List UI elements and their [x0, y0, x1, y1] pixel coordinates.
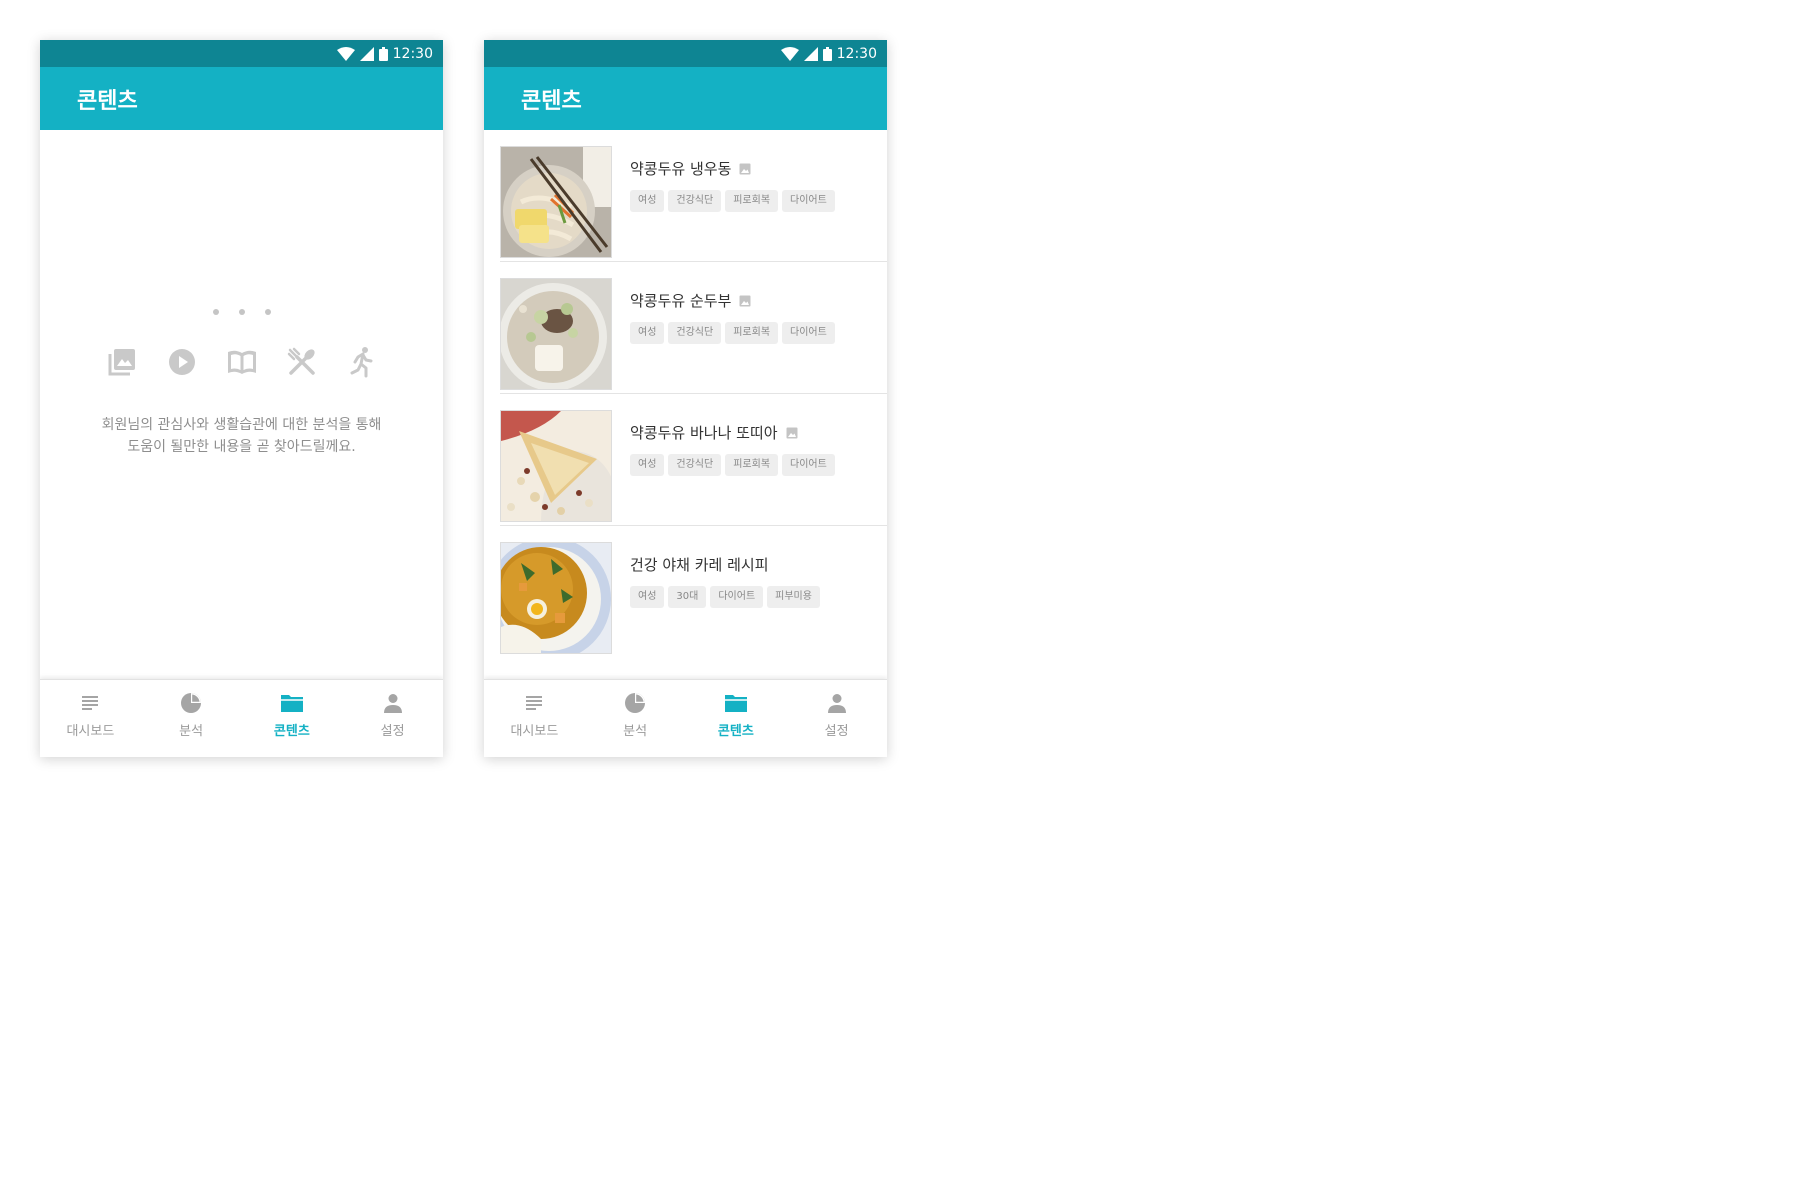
- tag-list: 여성 30대 다이어트 피부미용: [630, 586, 820, 608]
- nav-label: 설정: [824, 724, 849, 739]
- person-icon: [383, 694, 402, 713]
- tag[interactable]: 다이어트: [782, 322, 835, 344]
- empty-message-line-1: 회원님의 관심사와 생활습관에 대한 분석을 통해: [101, 417, 382, 433]
- folder-icon: [724, 695, 747, 712]
- app-bar: 콘텐츠: [40, 67, 443, 130]
- wifi-icon: [780, 46, 799, 61]
- nav-label: 콘텐츠: [273, 724, 310, 739]
- nav-label: 콘텐츠: [717, 724, 754, 739]
- tag[interactable]: 건강식단: [668, 454, 722, 476]
- page-title: 콘텐츠: [521, 88, 582, 114]
- content-title: 약콩두유 냉우동: [630, 160, 732, 178]
- tag[interactable]: 건강식단: [668, 190, 722, 212]
- content-thumbnail: [500, 542, 612, 654]
- empty-message-line-2: 도움이 될만한 내용을 곧 찾아드릴께요.: [127, 439, 356, 455]
- notes-icon: [82, 696, 99, 710]
- battery-icon: [378, 46, 388, 61]
- bottom-navigation: 대시보드 분석 콘텐츠 설정: [40, 679, 443, 757]
- tag[interactable]: 다이어트: [782, 190, 835, 212]
- empty-state-message: 회원님의 관심사와 생활습관에 대한 분석을 통해 도움이 될만한 내용을 곧 …: [40, 414, 443, 458]
- tag[interactable]: 피로회복: [725, 190, 779, 212]
- tag[interactable]: 다이어트: [782, 454, 835, 476]
- nav-label: 분석: [623, 724, 648, 739]
- content-title-row: 약콩두유 바나나 또띠아: [630, 422, 798, 443]
- status-time: 12:30: [392, 45, 433, 62]
- tag[interactable]: 여성: [630, 190, 665, 212]
- nav-item-contents[interactable]: 콘텐츠: [242, 680, 343, 757]
- running-icon: [350, 347, 372, 378]
- tag[interactable]: 여성: [630, 454, 665, 476]
- tag[interactable]: 피로회복: [725, 322, 779, 344]
- content-title: 건강 야채 카레 레시피: [630, 556, 769, 574]
- image-badge-icon: [786, 427, 798, 438]
- tag[interactable]: 피부미용: [767, 586, 820, 608]
- nav-item-settings[interactable]: 설정: [342, 680, 443, 757]
- image-badge-icon: [739, 295, 751, 306]
- phone-screen-empty: 12:30 콘텐츠 회원님의 관심사와 생활습관에 대한 분석을 통해 도움이 …: [40, 40, 443, 757]
- tag[interactable]: 다이어트: [710, 586, 764, 608]
- battery-icon: [822, 46, 832, 61]
- nav-item-analysis[interactable]: 분석: [585, 680, 686, 757]
- tag-list: 여성 건강식단 피로회복 다이어트: [630, 322, 835, 344]
- folder-icon: [280, 695, 303, 712]
- signal-icon: [359, 46, 374, 61]
- nav-item-contents[interactable]: 콘텐츠: [686, 680, 787, 757]
- pie-chart-icon: [181, 693, 202, 713]
- person-icon: [827, 694, 846, 713]
- status-time: 12:30: [836, 45, 877, 62]
- tag[interactable]: 피로회복: [725, 454, 779, 476]
- nav-label: 대시보드: [66, 724, 115, 739]
- bottom-navigation: 대시보드 분석 콘텐츠 설정: [484, 679, 887, 757]
- content-card[interactable]: 건강 야채 카레 레시피 여성 30대 다이어트 피부미용: [500, 526, 887, 657]
- wifi-icon: [336, 46, 355, 61]
- nav-label: 설정: [380, 724, 405, 739]
- content-card[interactable]: 약콩두유 바나나 또띠아 여성 건강식단 피로회복 다이어트: [500, 394, 887, 526]
- tag[interactable]: 30대: [668, 586, 707, 608]
- nav-item-analysis[interactable]: 분석: [141, 680, 242, 757]
- nav-item-settings[interactable]: 설정: [786, 680, 887, 757]
- content-card[interactable]: 약콩두유 순두부 여성 건강식단 피로회복 다이어트: [500, 262, 887, 394]
- status-bar: 12:30: [40, 40, 443, 67]
- content-title: 약콩두유 바나나 또띠아: [630, 424, 778, 442]
- content-title-row: 건강 야채 카레 레시피: [630, 554, 769, 575]
- nav-item-dashboard[interactable]: 대시보드: [40, 680, 141, 757]
- app-bar: 콘텐츠: [484, 67, 887, 130]
- image-badge-icon: [739, 163, 751, 174]
- photo-library-icon: [108, 349, 135, 376]
- empty-state: 회원님의 관심사와 생활습관에 대한 분석을 통해 도움이 될만한 내용을 곧 …: [40, 130, 443, 679]
- page-title: 콘텐츠: [77, 88, 138, 114]
- tag-list: 여성 건강식단 피로회복 다이어트: [630, 190, 835, 212]
- book-icon: [227, 350, 256, 374]
- content-title-row: 약콩두유 순두부: [630, 290, 751, 311]
- nav-label: 분석: [179, 724, 204, 739]
- content-list: 약콩두유 냉우동 여성 건강식단 피로회복 다이어트 약콩두유 순두부 여성 건…: [484, 130, 887, 657]
- content-thumbnail: [500, 410, 612, 522]
- tag[interactable]: 여성: [630, 322, 665, 344]
- content-area: 약콩두유 냉우동 여성 건강식단 피로회복 다이어트 약콩두유 순두부 여성 건…: [484, 130, 887, 679]
- play-circle-icon: [168, 349, 195, 375]
- status-bar: 12:30: [484, 40, 887, 67]
- content-thumbnail: [500, 146, 612, 258]
- nav-item-dashboard[interactable]: 대시보드: [484, 680, 585, 757]
- nav-label: 대시보드: [510, 724, 559, 739]
- content-area: 회원님의 관심사와 생활습관에 대한 분석을 통해 도움이 될만한 내용을 곧 …: [40, 130, 443, 679]
- signal-icon: [803, 46, 818, 61]
- content-title: 약콩두유 순두부: [630, 292, 732, 310]
- notes-icon: [526, 696, 543, 710]
- tag[interactable]: 건강식단: [668, 322, 722, 344]
- loading-dots: [40, 309, 443, 315]
- phone-screen-list: 12:30 콘텐츠 약콩두유 냉우동 여성 건강식단 피로회복 다이어트 약콩두…: [484, 40, 887, 757]
- empty-state-icons: [40, 346, 443, 378]
- utensils-icon: [287, 347, 315, 375]
- tag[interactable]: 여성: [630, 586, 665, 608]
- content-title-row: 약콩두유 냉우동: [630, 158, 751, 179]
- pie-chart-icon: [625, 693, 646, 713]
- tag-list: 여성 건강식단 피로회복 다이어트: [630, 454, 835, 476]
- content-thumbnail: [500, 278, 612, 390]
- content-card[interactable]: 약콩두유 냉우동 여성 건강식단 피로회복 다이어트: [500, 130, 887, 262]
